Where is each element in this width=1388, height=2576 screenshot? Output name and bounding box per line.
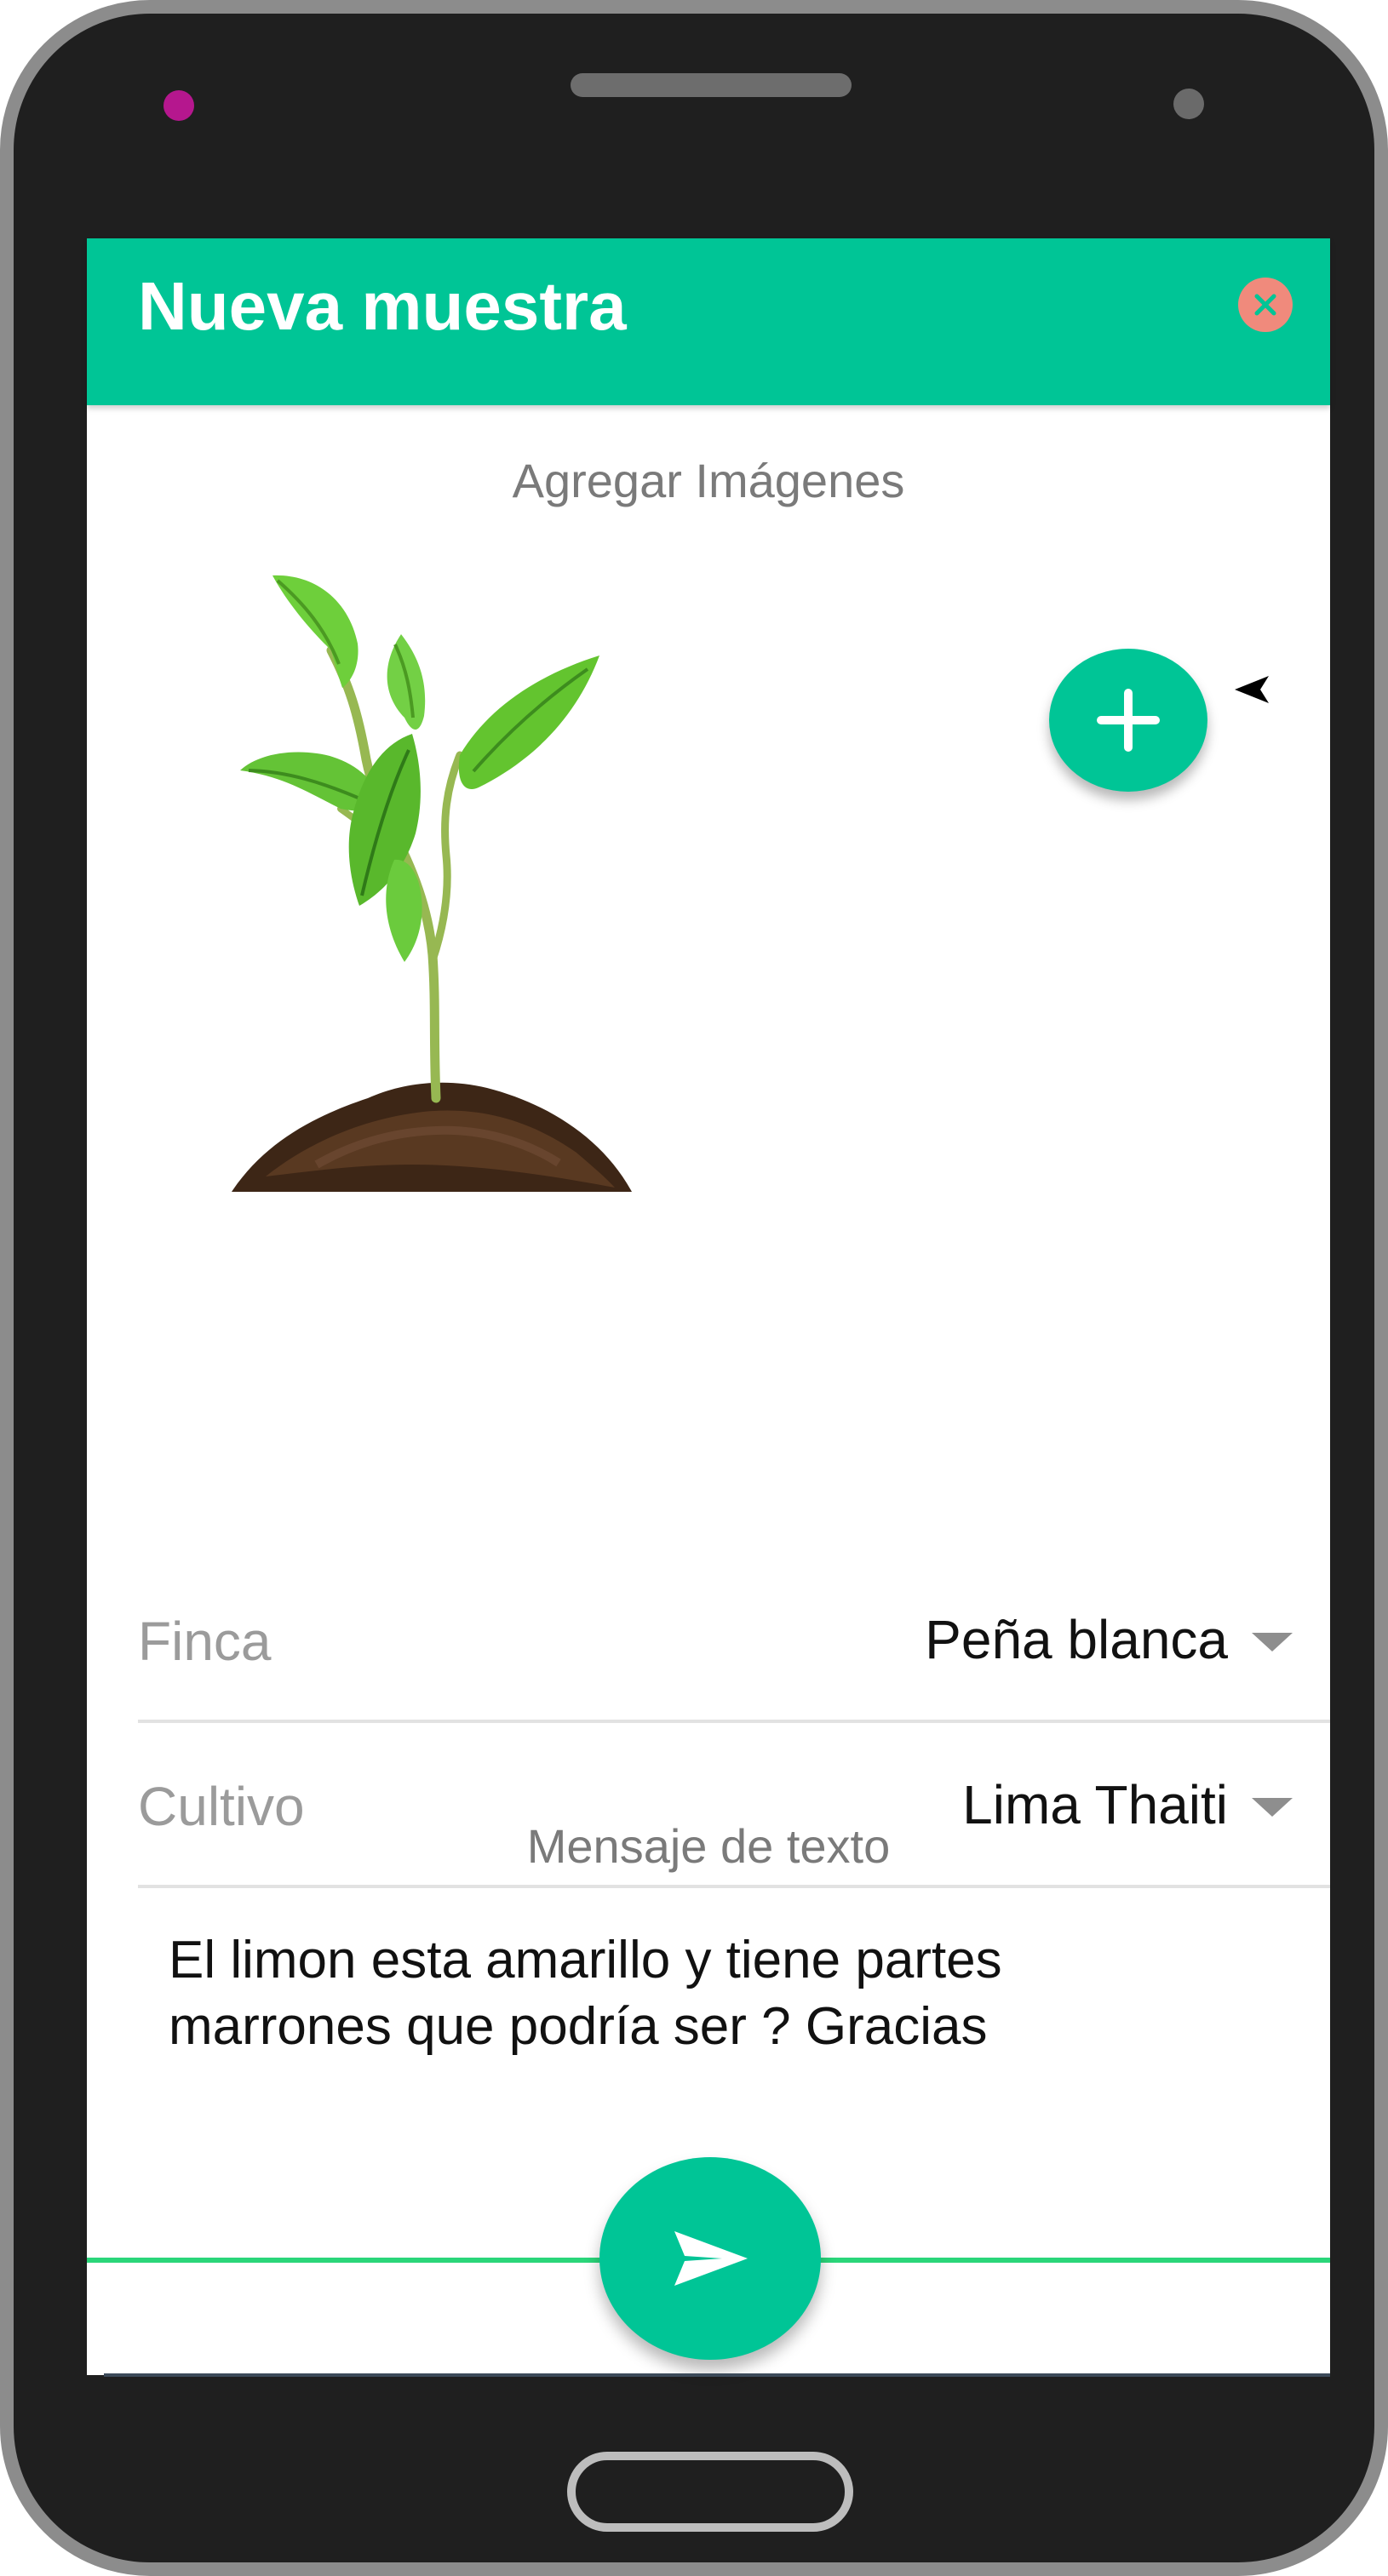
send-button[interactable]	[599, 2157, 821, 2360]
sensor-dot	[1173, 89, 1204, 119]
page-title: Nueva muestra	[138, 268, 627, 344]
message-label: Mensaje de texto	[526, 1819, 891, 1873]
cursor-arrow-icon	[1235, 676, 1269, 703]
app-screen: Nueva muestra Agregar Imágenes Finca Peñ…	[87, 238, 1330, 2377]
finca-select[interactable]: Finca Peña blanca	[138, 1558, 1330, 1723]
send-icon	[674, 2231, 748, 2286]
phone-frame: Nueva muestra Agregar Imágenes Finca Peñ…	[0, 0, 1388, 2576]
finca-label: Finca	[138, 1611, 272, 1672]
close-icon	[1254, 294, 1276, 316]
add-image-button[interactable]	[1049, 649, 1207, 792]
home-button[interactable]	[567, 2452, 853, 2532]
chevron-down-icon	[1252, 1633, 1293, 1652]
close-button[interactable]	[1238, 278, 1293, 332]
finca-value: Peña blanca	[925, 1609, 1228, 1670]
speaker-grille	[571, 73, 852, 97]
chevron-down-icon	[1252, 1798, 1293, 1817]
message-text[interactable]: El limon esta amarillo y tiene partes ma…	[169, 1927, 1276, 2060]
plus-icon	[1097, 689, 1160, 752]
camera-dot	[163, 90, 194, 121]
plant-photo	[232, 575, 632, 1192]
app-header: Nueva muestra	[87, 238, 1330, 405]
screen-edge	[104, 2373, 1330, 2377]
add-images-label: Agregar Imágenes	[512, 454, 905, 507]
